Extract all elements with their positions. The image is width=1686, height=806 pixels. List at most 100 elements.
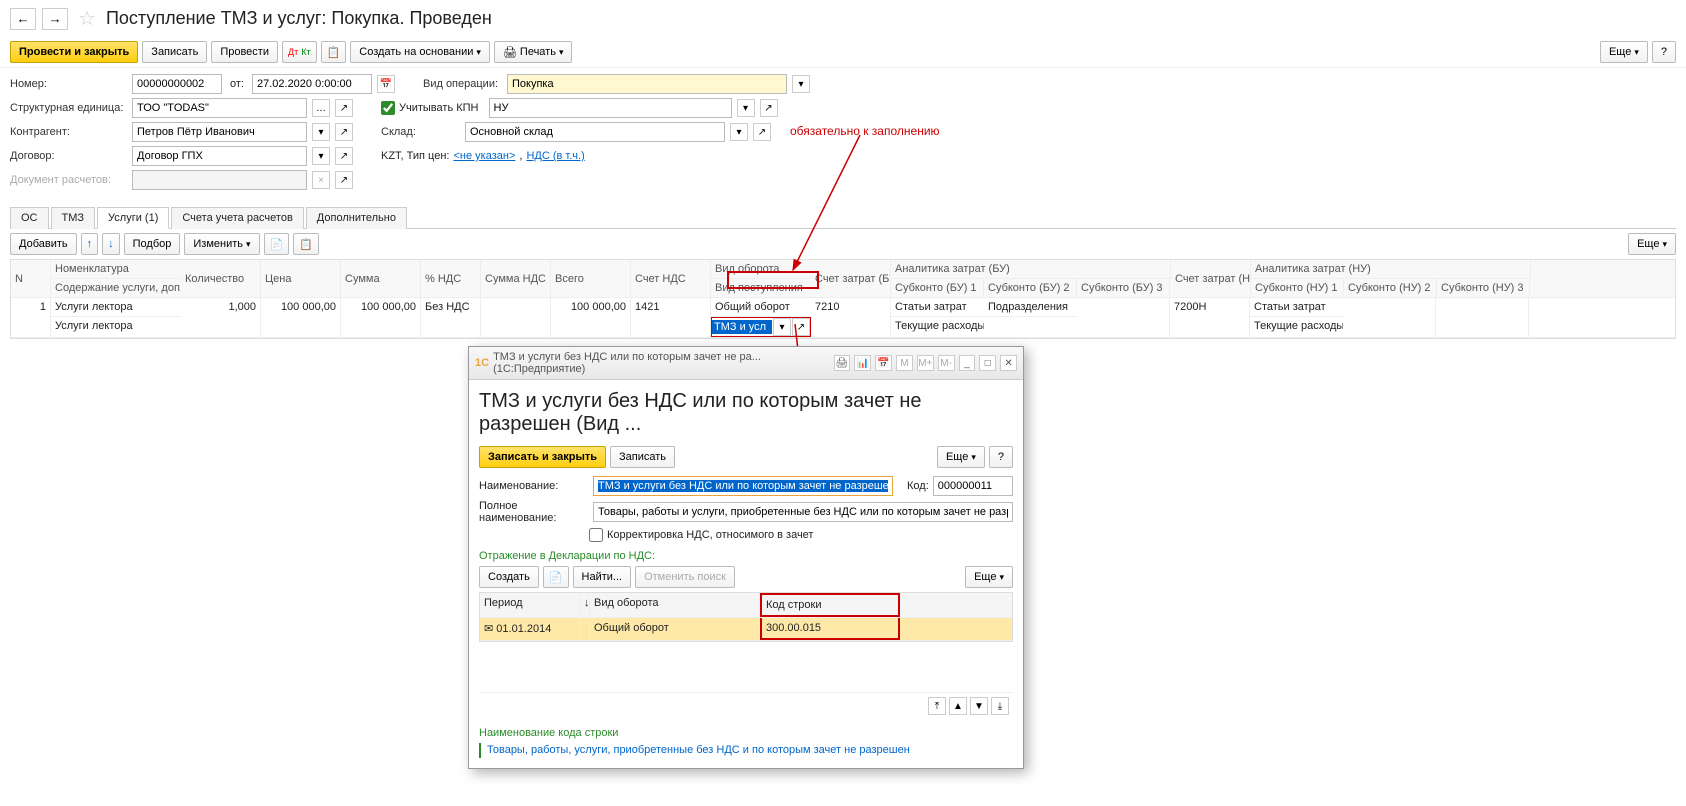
contract-input[interactable] — [132, 146, 307, 166]
tab-additional[interactable]: Дополнительно — [306, 207, 407, 229]
maximize-icon[interactable]: □ — [979, 355, 996, 371]
kpn-checkbox[interactable] — [381, 101, 395, 115]
unit-open-icon[interactable]: ↗ — [335, 99, 353, 117]
name-input[interactable] — [593, 476, 893, 496]
unit-input[interactable] — [132, 98, 307, 118]
find-button[interactable]: Найти... — [573, 566, 632, 588]
code-input[interactable] — [933, 476, 1013, 496]
warehouse-open-icon[interactable]: ↗ — [753, 123, 771, 141]
modal-help[interactable]: ? — [989, 446, 1013, 468]
favorite-star-icon[interactable]: ☆ — [78, 6, 96, 31]
col-qty: Количество — [181, 260, 261, 297]
post-button[interactable]: Провести — [211, 41, 278, 63]
col-turnover: Вид оборота — [590, 593, 760, 617]
cell-sub-bu2-r1: Подразделения — [984, 298, 1077, 317]
col-total: Всего — [551, 260, 631, 297]
cell-receipt-type[interactable]: ТМЗ и усл ▾ ↗ — [711, 317, 811, 337]
help-button[interactable]: ? — [1652, 41, 1676, 63]
nav-up-icon[interactable]: ▲ — [949, 697, 967, 715]
nds-corr-checkbox[interactable] — [589, 528, 603, 542]
warehouse-dropdown-icon[interactable]: ▾ — [730, 123, 748, 141]
m-minus-icon[interactable]: M- — [938, 355, 955, 371]
print-button[interactable]: 🖨 Печать — [494, 41, 573, 63]
contract-open-icon[interactable]: ↗ — [335, 147, 353, 165]
counterparty-open-icon[interactable]: ↗ — [335, 123, 353, 141]
receipt-dropdown-icon[interactable]: ▾ — [773, 318, 791, 336]
col-period: Период — [480, 593, 580, 617]
operation-label: Вид операции: — [423, 78, 503, 90]
move-up-icon[interactable]: ↑ — [81, 233, 99, 255]
col-price: Цена — [261, 260, 341, 297]
paste-icon[interactable]: 📋 — [293, 233, 319, 255]
cell-price: 100 000,00 — [261, 298, 341, 337]
cell-period: ✉ 01.01.2014 — [480, 618, 580, 640]
contract-dropdown-icon[interactable]: ▾ — [312, 147, 330, 165]
calendar-icon[interactable]: 📅 — [875, 355, 892, 371]
cell-nds-pct: Без НДС — [421, 298, 481, 337]
cell-total: 100 000,00 — [551, 298, 631, 337]
kpn-dropdown-icon[interactable]: ▾ — [737, 99, 755, 117]
add-button[interactable]: Добавить — [10, 233, 77, 255]
warehouse-input[interactable] — [465, 122, 725, 142]
change-button[interactable]: Изменить — [184, 233, 259, 255]
minimize-icon[interactable]: _ — [959, 355, 976, 371]
tab-tmz[interactable]: ТМЗ — [51, 207, 96, 229]
nav-first-icon[interactable]: ⤒ — [928, 697, 946, 715]
kpn-input[interactable] — [489, 98, 732, 118]
price-type-link[interactable]: <не указан> — [454, 150, 516, 162]
m-plus-icon[interactable]: M+ — [917, 355, 934, 371]
close-icon[interactable]: ✕ — [1000, 355, 1017, 371]
calc-icon[interactable]: 📊 — [854, 355, 871, 371]
structure-icon[interactable]: 📋 — [321, 41, 347, 63]
settlement-open-icon[interactable]: ↗ — [335, 171, 353, 189]
dtkt-icon[interactable]: ДтКт — [282, 41, 317, 63]
col-content: Содержание услуги, доп. — [51, 279, 181, 297]
nav-back-button[interactable]: ← — [10, 8, 36, 30]
code-section: Наименование кода строки — [479, 727, 1013, 739]
write-button[interactable]: Записать — [142, 41, 207, 63]
number-input[interactable] — [132, 74, 222, 94]
copy-row-icon[interactable]: 📄 — [543, 566, 569, 588]
modal-more[interactable]: Еще — [937, 446, 985, 468]
nav-down-icon[interactable]: ▼ — [970, 697, 988, 715]
modal-save-close[interactable]: Записать и закрыть — [479, 446, 606, 468]
receipt-open-icon[interactable]: ↗ — [792, 318, 810, 336]
calendar-icon[interactable]: 📅 — [377, 75, 395, 93]
table-row[interactable]: 1 Услуги лектора Услуги лектора 1,000 10… — [11, 298, 1675, 338]
tab-os[interactable]: ОС — [10, 207, 49, 229]
counterparty-input[interactable] — [132, 122, 307, 142]
grid-more-button[interactable]: Еще — [1628, 233, 1676, 255]
create-button[interactable]: Создать — [479, 566, 539, 588]
kpn-open-icon[interactable]: ↗ — [760, 99, 778, 117]
operation-input[interactable] — [507, 74, 787, 94]
nav-last-icon[interactable]: ⤓ — [991, 697, 1009, 715]
counterparty-dropdown-icon[interactable]: ▾ — [312, 123, 330, 141]
print-icon[interactable]: 🖨 — [834, 355, 851, 371]
modal-write[interactable]: Записать — [610, 446, 675, 468]
tab-accounts[interactable]: Счета учета расчетов — [171, 207, 303, 229]
cancel-find-button[interactable]: Отменить поиск — [635, 566, 735, 588]
more-button[interactable]: Еще — [1600, 41, 1648, 63]
operation-dropdown-icon[interactable]: ▾ — [792, 75, 810, 93]
cell-code: 300.00.015 — [760, 618, 900, 640]
full-name-input[interactable] — [593, 502, 1013, 522]
code-desc: Товары, работы, услуги, приобретенные бе… — [479, 743, 1013, 758]
mandatory-annotation: обязательно к заполнению — [790, 124, 940, 138]
col-code: Код строки — [760, 593, 900, 617]
nds-more-button[interactable]: Еще — [965, 566, 1013, 588]
section-declaration: Отражение в Декларации по НДС: — [479, 550, 1013, 562]
unit-select-icon[interactable]: … — [312, 99, 330, 117]
create-based-button[interactable]: Создать на основании — [350, 41, 490, 63]
date-input[interactable] — [252, 74, 372, 94]
unit-label: Структурная единица: — [10, 102, 128, 114]
post-and-close-button[interactable]: Провести и закрыть — [10, 41, 138, 63]
tab-services[interactable]: Услуги (1) — [97, 207, 169, 229]
copy-icon[interactable]: 📄 — [264, 233, 290, 255]
nds-link[interactable]: НДС (в т.ч.) — [526, 150, 584, 162]
nav-forward-button[interactable]: → — [42, 8, 68, 30]
move-down-icon[interactable]: ↓ — [102, 233, 120, 255]
settlement-clear-icon[interactable]: × — [312, 171, 330, 189]
select-button[interactable]: Подбор — [124, 233, 181, 255]
nds-row[interactable]: ✉ 01.01.2014 Общий оборот 300.00.015 — [480, 618, 1012, 641]
m-icon[interactable]: M — [896, 355, 913, 371]
